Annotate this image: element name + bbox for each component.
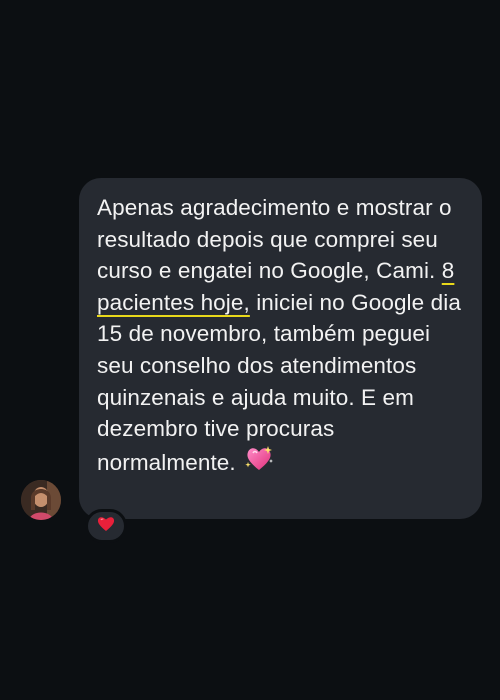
- avatar-photo: [21, 480, 61, 520]
- avatar[interactable]: [21, 480, 61, 520]
- message-text-part: iniciei no Google dia 15 de novembro, ta…: [97, 289, 461, 475]
- red-heart-icon: [97, 516, 115, 537]
- sparkling-heart-icon: [244, 445, 274, 482]
- message-text: Apenas agradecimento e mostrar o resulta…: [97, 192, 466, 481]
- message-text-part: Apenas agradecimento e mostrar o resulta…: [97, 195, 452, 284]
- message-bubble[interactable]: Apenas agradecimento e mostrar o resulta…: [79, 178, 482, 519]
- reaction-badge[interactable]: [85, 509, 127, 543]
